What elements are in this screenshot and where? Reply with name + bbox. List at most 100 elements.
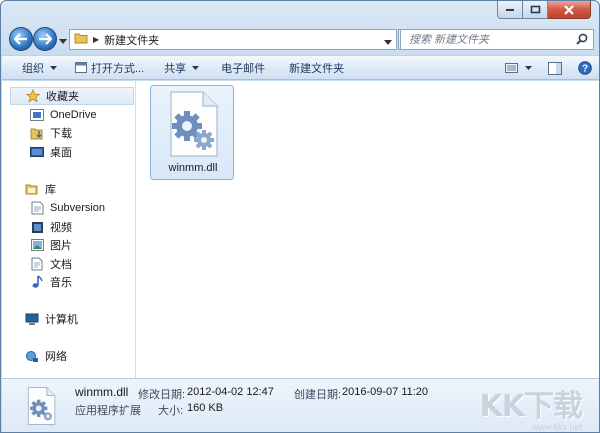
dll-gear-icon — [167, 90, 219, 161]
chevron-down-icon — [525, 66, 532, 70]
nav-music[interactable]: 音乐 — [29, 273, 72, 291]
nav-computer-label: 计算机 — [45, 314, 78, 326]
nav-onedrive-label: OneDrive — [50, 109, 97, 121]
application-icon — [75, 62, 87, 73]
nav-documents[interactable]: 文档 — [29, 255, 72, 273]
nav-videos[interactable]: 视频 — [29, 218, 72, 236]
caption-buttons — [497, 1, 591, 19]
address-bar[interactable]: ▶ 新建文件夹 — [69, 29, 397, 50]
change-view-button[interactable] — [505, 58, 532, 78]
preview-pane-button[interactable] — [548, 58, 562, 78]
forward-button[interactable] — [33, 27, 57, 51]
subversion-icon — [29, 200, 45, 216]
created-date-label: 创建日期: — [294, 389, 342, 401]
library-icon — [24, 181, 40, 197]
nav-computer[interactable]: 计算机 — [24, 310, 78, 328]
navigation-pane: 收藏夹 OneDrive 下载 桌面 库 Subversion 视频 图片 文档… — [2, 81, 136, 378]
open-with-button[interactable]: 打开方式... — [69, 57, 150, 78]
share-label: 共享 — [164, 62, 187, 75]
search-box[interactable] — [400, 29, 594, 50]
help-button[interactable]: ? — [578, 58, 592, 78]
address-history-dropdown[interactable] — [384, 36, 392, 48]
download-folder-icon — [29, 125, 45, 141]
new-folder-label: 新建文件夹 — [289, 62, 345, 75]
onedrive-icon — [29, 107, 45, 123]
computer-icon — [24, 311, 40, 327]
size-value: 160 KB — [187, 402, 224, 414]
maximize-icon — [530, 5, 540, 14]
nav-pictures[interactable]: 图片 — [29, 236, 72, 254]
created-date-value: 2016-09-07 11:20 — [342, 386, 429, 398]
view-controls: ? — [499, 58, 592, 78]
nav-onedrive[interactable]: OneDrive — [29, 106, 96, 124]
file-item[interactable]: winmm.dll — [150, 85, 234, 180]
nav-network-label: 网络 — [45, 351, 67, 363]
watermark: KK下载 www.kkx.net — [480, 381, 583, 432]
arrow-left-icon — [14, 33, 27, 45]
modified-date-value: 2012-04-02 12:47 — [187, 386, 274, 398]
chevron-down-icon — [50, 65, 57, 70]
explorer-window: ▶ 新建文件夹 组织 打开方式... — [0, 0, 600, 433]
email-button[interactable]: 电子邮件 — [215, 57, 271, 78]
file-name: winmm.dll — [168, 162, 218, 174]
organize-menu[interactable]: 组织 — [16, 57, 63, 78]
close-button[interactable] — [548, 1, 591, 19]
nav-libraries[interactable]: 库 — [24, 180, 56, 198]
close-icon — [564, 4, 574, 15]
nav-downloads[interactable]: 下载 — [29, 124, 72, 142]
nav-downloads-label: 下载 — [50, 128, 72, 140]
details-file-name: winmm.dll — [75, 385, 129, 399]
navigation-bar: ▶ 新建文件夹 — [7, 25, 595, 53]
help-icon: ? — [578, 61, 592, 75]
breadcrumb-arrow-icon: ▶ — [93, 35, 100, 44]
view-icon — [505, 63, 518, 73]
nav-network[interactable]: 网络 — [24, 347, 67, 365]
maximize-button[interactable] — [523, 1, 548, 19]
svg-text:?: ? — [582, 64, 588, 75]
minimize-button[interactable] — [497, 1, 523, 19]
nav-pictures-label: 图片 — [50, 240, 72, 252]
nav-favorites[interactable]: 收藏夹 — [10, 87, 134, 105]
nav-libraries-label: 库 — [45, 184, 56, 196]
details-file-type: 应用程序扩展 — [75, 405, 141, 417]
breadcrumb-item[interactable]: 新建文件夹 — [104, 32, 159, 48]
content-area: 收藏夹 OneDrive 下载 桌面 库 Subversion 视频 图片 文档… — [2, 81, 599, 378]
nav-music-label: 音乐 — [50, 277, 72, 289]
nav-documents-label: 文档 — [50, 259, 72, 271]
nav-desktop-label: 桌面 — [50, 147, 72, 159]
search-input[interactable] — [409, 33, 569, 46]
organize-label: 组织 — [22, 62, 44, 75]
watermark-logo: KK下载 — [479, 389, 583, 424]
picture-icon — [29, 237, 45, 253]
recent-pages-dropdown[interactable] — [59, 35, 67, 47]
video-icon — [29, 219, 45, 235]
minimize-icon — [506, 8, 514, 11]
chevron-down-icon — [192, 65, 200, 70]
chevron-down-icon — [384, 40, 392, 45]
size-label: 大小: — [158, 405, 184, 417]
email-label: 电子邮件 — [221, 62, 266, 75]
modified-date-label: 修改日期: — [138, 389, 186, 401]
details-pane: winmm.dll 应用程序扩展 修改日期: 2012-04-02 12:47 … — [2, 378, 599, 432]
arrow-right-icon — [39, 33, 52, 45]
document-icon — [29, 256, 45, 272]
nav-favorites-label: 收藏夹 — [46, 91, 79, 103]
star-icon — [25, 88, 41, 104]
folder-icon — [74, 32, 88, 47]
nav-desktop[interactable]: 桌面 — [29, 143, 72, 161]
new-folder-button[interactable]: 新建文件夹 — [283, 57, 350, 78]
preview-pane-icon — [548, 61, 562, 75]
command-bar: 组织 打开方式... 共享 电子邮件 新建文件夹 ? — [2, 55, 599, 80]
share-menu[interactable]: 共享 — [158, 57, 205, 78]
network-icon — [24, 348, 40, 364]
back-button[interactable] — [9, 27, 33, 51]
music-icon — [29, 274, 45, 290]
dll-gear-icon — [26, 386, 56, 429]
desktop-icon — [29, 144, 45, 160]
search-icon[interactable] — [576, 33, 588, 48]
nav-videos-label: 视频 — [50, 222, 72, 234]
open-with-label: 打开方式... — [91, 62, 145, 75]
watermark-url: www.kkx.net — [531, 422, 582, 432]
chevron-down-icon — [59, 39, 67, 44]
nav-subversion[interactable]: Subversion — [29, 199, 105, 217]
